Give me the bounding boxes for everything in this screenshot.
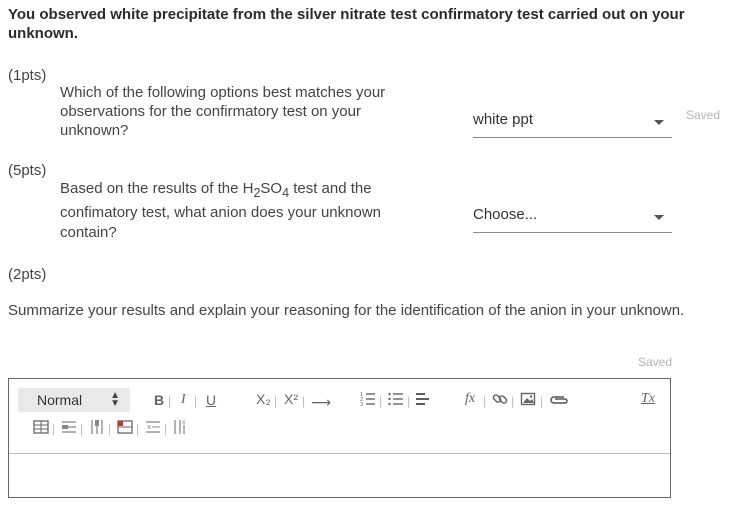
- table-column-icon[interactable]: [89, 419, 105, 438]
- q2-text: Based on the results of the H2SO4 test a…: [60, 179, 420, 243]
- q1-text: Which of the following options best matc…: [60, 84, 386, 139]
- toolbar-divider: |: [136, 422, 140, 436]
- italic-button[interactable]: I: [181, 392, 186, 408]
- table-delete-row-icon[interactable]: x: [145, 419, 161, 438]
- toolbar-divider: |: [80, 422, 84, 436]
- q2-text-part: SO: [260, 180, 283, 197]
- q2-points: (5pts): [8, 162, 47, 179]
- formula-icon[interactable]: fx: [465, 391, 475, 407]
- svg-text:x: x: [182, 419, 186, 426]
- q1-answer-select[interactable]: white ppt: [473, 108, 672, 138]
- q2-text-part: Based on the results of the H: [60, 180, 254, 197]
- q1-selected-value: white ppt: [473, 111, 534, 128]
- table-delete-column-icon[interactable]: x: [172, 419, 188, 438]
- superscript-button[interactable]: X²: [284, 391, 298, 407]
- toolbar-divider: |: [194, 394, 198, 408]
- q2-answer-select[interactable]: Choose...: [473, 203, 672, 233]
- format-select[interactable]: Normal ▲ ▼: [18, 388, 130, 412]
- toolbar-divider: |: [274, 394, 278, 408]
- subscript-button[interactable]: X₂: [256, 391, 271, 407]
- table-row-icon[interactable]: [61, 419, 77, 438]
- updown-icon: ▲ ▼: [110, 390, 120, 409]
- attachment-icon[interactable]: [549, 393, 569, 410]
- toolbar-divider: |: [483, 394, 487, 408]
- format-select-value: Normal: [37, 392, 83, 408]
- link-icon[interactable]: [492, 391, 508, 410]
- toolbar-divider: |: [108, 422, 112, 436]
- arrow-icon[interactable]: ⟶: [311, 394, 331, 411]
- bold-button[interactable]: B: [154, 392, 164, 408]
- chevron-down-icon: [654, 215, 664, 220]
- ordered-list-icon[interactable]: 123: [360, 391, 376, 410]
- svg-text:3: 3: [360, 402, 363, 407]
- q3-text: Summarize your results and explain your …: [8, 302, 685, 319]
- clear-format-icon[interactable]: Tx: [641, 391, 655, 407]
- align-icon[interactable]: [415, 391, 431, 410]
- insert-table-icon[interactable]: [33, 419, 49, 438]
- toolbar-divider: |: [168, 394, 172, 408]
- q3-points: (2pts): [8, 266, 47, 283]
- toolbar-divider: |: [52, 422, 56, 436]
- image-icon[interactable]: [520, 391, 536, 410]
- underline-button[interactable]: U: [206, 392, 216, 408]
- table-merge-icon[interactable]: [117, 419, 133, 438]
- editor-text-area[interactable]: [9, 454, 670, 497]
- toolbar-divider: |: [407, 394, 411, 408]
- toolbar-divider: |: [540, 394, 544, 408]
- toolbar-divider: |: [164, 422, 168, 436]
- toolbar-divider: |: [379, 394, 383, 408]
- toolbar-divider: |: [302, 394, 306, 408]
- svg-text:x: x: [147, 423, 151, 431]
- rich-text-editor: Normal ▲ ▼ B | I | U X₂ | X² | ⟶ 123 | | …: [8, 378, 671, 498]
- question-heading: You observed white precipitate from the …: [8, 6, 685, 42]
- bullet-list-icon[interactable]: [388, 391, 404, 410]
- toolbar-divider: |: [511, 394, 515, 408]
- chevron-down-icon: [654, 120, 664, 125]
- q1-points: (1pts): [8, 67, 47, 84]
- q2-selected-value: Choose...: [473, 206, 538, 223]
- q2-subscript: 4: [282, 186, 290, 200]
- q1-saved-status: Saved: [686, 108, 721, 122]
- q3-saved-status: Saved: [638, 355, 673, 369]
